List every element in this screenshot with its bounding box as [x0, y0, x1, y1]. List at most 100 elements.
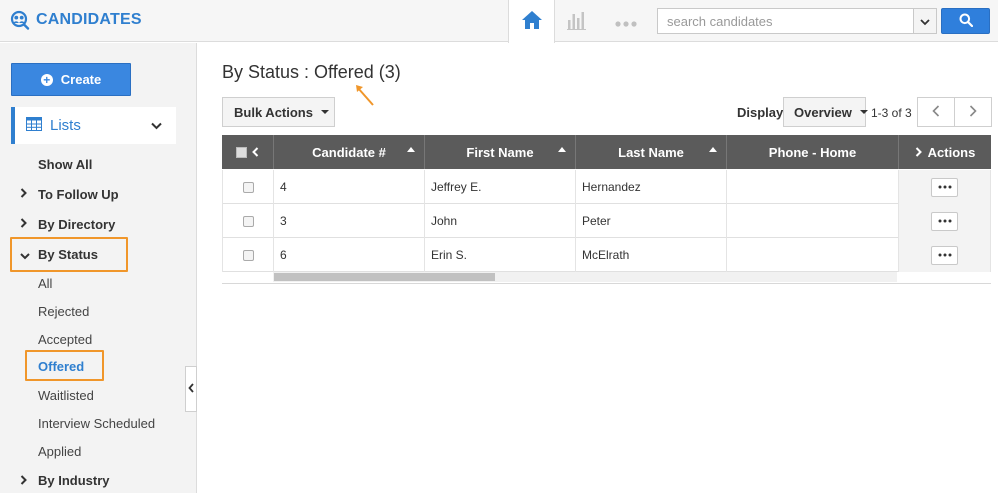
cell-last-name: Peter: [576, 204, 727, 238]
bulk-actions-label: Bulk Actions: [234, 104, 313, 120]
select-all-checkbox[interactable]: [236, 146, 247, 158]
next-page-button[interactable]: [954, 97, 992, 127]
cell-candidate: 3: [274, 204, 425, 238]
sidebar-collapse-handle[interactable]: [185, 366, 197, 412]
sidebar-subitem-applied[interactable]: Applied: [38, 444, 81, 459]
chevron-left-icon: [932, 104, 940, 120]
cell-last-name: Hernandez: [576, 170, 727, 204]
bulk-actions-button[interactable]: Bulk Actions: [222, 97, 335, 127]
create-button[interactable]: + Create: [11, 63, 131, 96]
app-title: CANDIDATES: [36, 11, 142, 28]
sidebar-item-by-status[interactable]: By Status: [38, 247, 98, 262]
search-button[interactable]: [941, 8, 990, 34]
sidebar-subitem-all[interactable]: All: [38, 276, 52, 291]
row-checkbox[interactable]: [242, 249, 254, 261]
sidebar-item-by-industry[interactable]: By Industry: [38, 473, 110, 488]
row-more-button[interactable]: [931, 245, 958, 265]
sidebar-subitem-waitlisted[interactable]: Waitlisted: [38, 388, 94, 403]
chevron-down-icon: [20, 249, 30, 263]
row-checkbox[interactable]: [242, 215, 254, 227]
sort-asc-icon: [558, 147, 566, 152]
sidebar-item-to-follow-up[interactable]: To Follow Up: [38, 187, 119, 202]
nav-more-tab[interactable]: [608, 0, 644, 42]
search-icon: [959, 13, 973, 30]
prev-page-button[interactable]: [917, 97, 955, 127]
table-row[interactable]: 6 Erin S. McElrath: [222, 238, 991, 272]
caret-down-icon: [859, 110, 868, 114]
sort-asc-icon: [709, 147, 717, 152]
chevron-right-icon[interactable]: [915, 145, 922, 160]
search-options-dropdown[interactable]: [913, 8, 937, 34]
column-header-phone-home[interactable]: Phone - Home: [727, 135, 899, 169]
page-title: By Status : Offered (3): [222, 62, 401, 82]
cell-phone-home: [727, 170, 899, 204]
cell-phone-home: [727, 238, 899, 272]
sidebar-subitem-accepted[interactable]: Accepted: [38, 332, 92, 347]
lists-dropdown[interactable]: Lists: [11, 107, 176, 144]
row-select-cell: [222, 204, 274, 238]
chevron-right-icon: [20, 474, 27, 488]
cell-first-name: Erin S.: [425, 238, 576, 272]
column-label: First Name: [466, 144, 534, 160]
chevron-down-icon: [151, 118, 162, 133]
cell-first-name: Jeffrey E.: [425, 170, 576, 204]
app-brand[interactable]: CANDIDATES: [8, 9, 142, 31]
column-label: Actions: [927, 144, 976, 160]
cell-actions: [899, 238, 991, 272]
cell-first-name: John: [425, 204, 576, 238]
view-select[interactable]: Overview: [783, 97, 868, 127]
cell-phone-home: [727, 204, 899, 238]
chevron-right-icon: [20, 217, 27, 231]
nav-home-tab[interactable]: [508, 0, 555, 43]
column-label: Phone - Home: [768, 144, 857, 160]
search-input[interactable]: [657, 8, 913, 34]
column-header-last-name[interactable]: Last Name: [576, 135, 727, 169]
row-select-cell: [222, 170, 274, 204]
chevron-right-icon: [969, 104, 977, 120]
plus-icon: +: [40, 73, 53, 86]
cell-candidate: 6: [274, 238, 425, 272]
nav-reports-tab[interactable]: [560, 0, 594, 42]
more-dots-icon: [615, 10, 637, 33]
sidebar-subitem-interview-scheduled[interactable]: Interview Scheduled: [38, 416, 155, 431]
bar-chart-icon: [566, 10, 588, 33]
chevron-left-icon: [188, 382, 194, 396]
view-select-value: Overview: [794, 104, 852, 120]
chevron-right-icon: [20, 187, 27, 201]
column-header-actions: Actions: [899, 135, 991, 169]
row-select-cell: [222, 238, 274, 272]
sidebar-subitem-rejected[interactable]: Rejected: [38, 304, 89, 319]
sidebar-item-show-all[interactable]: Show All: [38, 157, 92, 172]
table-header: Candidate # First Name Last Name Phone -…: [222, 135, 991, 169]
column-header-candidate[interactable]: Candidate #: [274, 135, 425, 169]
sidebar: + Create Lists Show All To Follow Up By …: [0, 43, 197, 493]
cell-candidate: 4: [274, 170, 425, 204]
cell-actions: [899, 170, 991, 204]
arrow-annotation-icon: [352, 82, 376, 111]
chevron-left-icon[interactable]: [252, 145, 259, 160]
horizontal-scroll-thumb[interactable]: [274, 273, 495, 281]
table-row[interactable]: 4 Jeffrey E. Hernandez: [222, 170, 991, 204]
row-checkbox[interactable]: [242, 181, 254, 193]
row-more-button[interactable]: [931, 177, 958, 197]
cell-actions: [899, 204, 991, 238]
chevron-down-icon: [920, 14, 930, 29]
home-icon: [521, 10, 543, 33]
select-all-cell: [222, 135, 274, 169]
table-row[interactable]: 3 John Peter: [222, 204, 991, 238]
cell-last-name: McElrath: [576, 238, 727, 272]
create-button-label: Create: [60, 72, 102, 87]
sidebar-subitem-offered[interactable]: Offered: [38, 359, 84, 374]
caret-down-icon: [320, 110, 329, 114]
row-more-button[interactable]: [931, 211, 958, 231]
column-header-first-name[interactable]: First Name: [425, 135, 576, 169]
display-label: Display: [737, 105, 784, 120]
grid-list-icon: [26, 117, 42, 134]
sidebar-item-by-directory[interactable]: By Directory: [38, 217, 115, 232]
top-header: CANDIDATES: [0, 0, 998, 43]
table-bottom-divider: [222, 283, 991, 284]
lists-label: Lists: [50, 117, 81, 134]
sort-asc-icon: [407, 147, 415, 152]
column-label: Candidate #: [312, 144, 386, 160]
people-search-icon: [8, 9, 30, 31]
